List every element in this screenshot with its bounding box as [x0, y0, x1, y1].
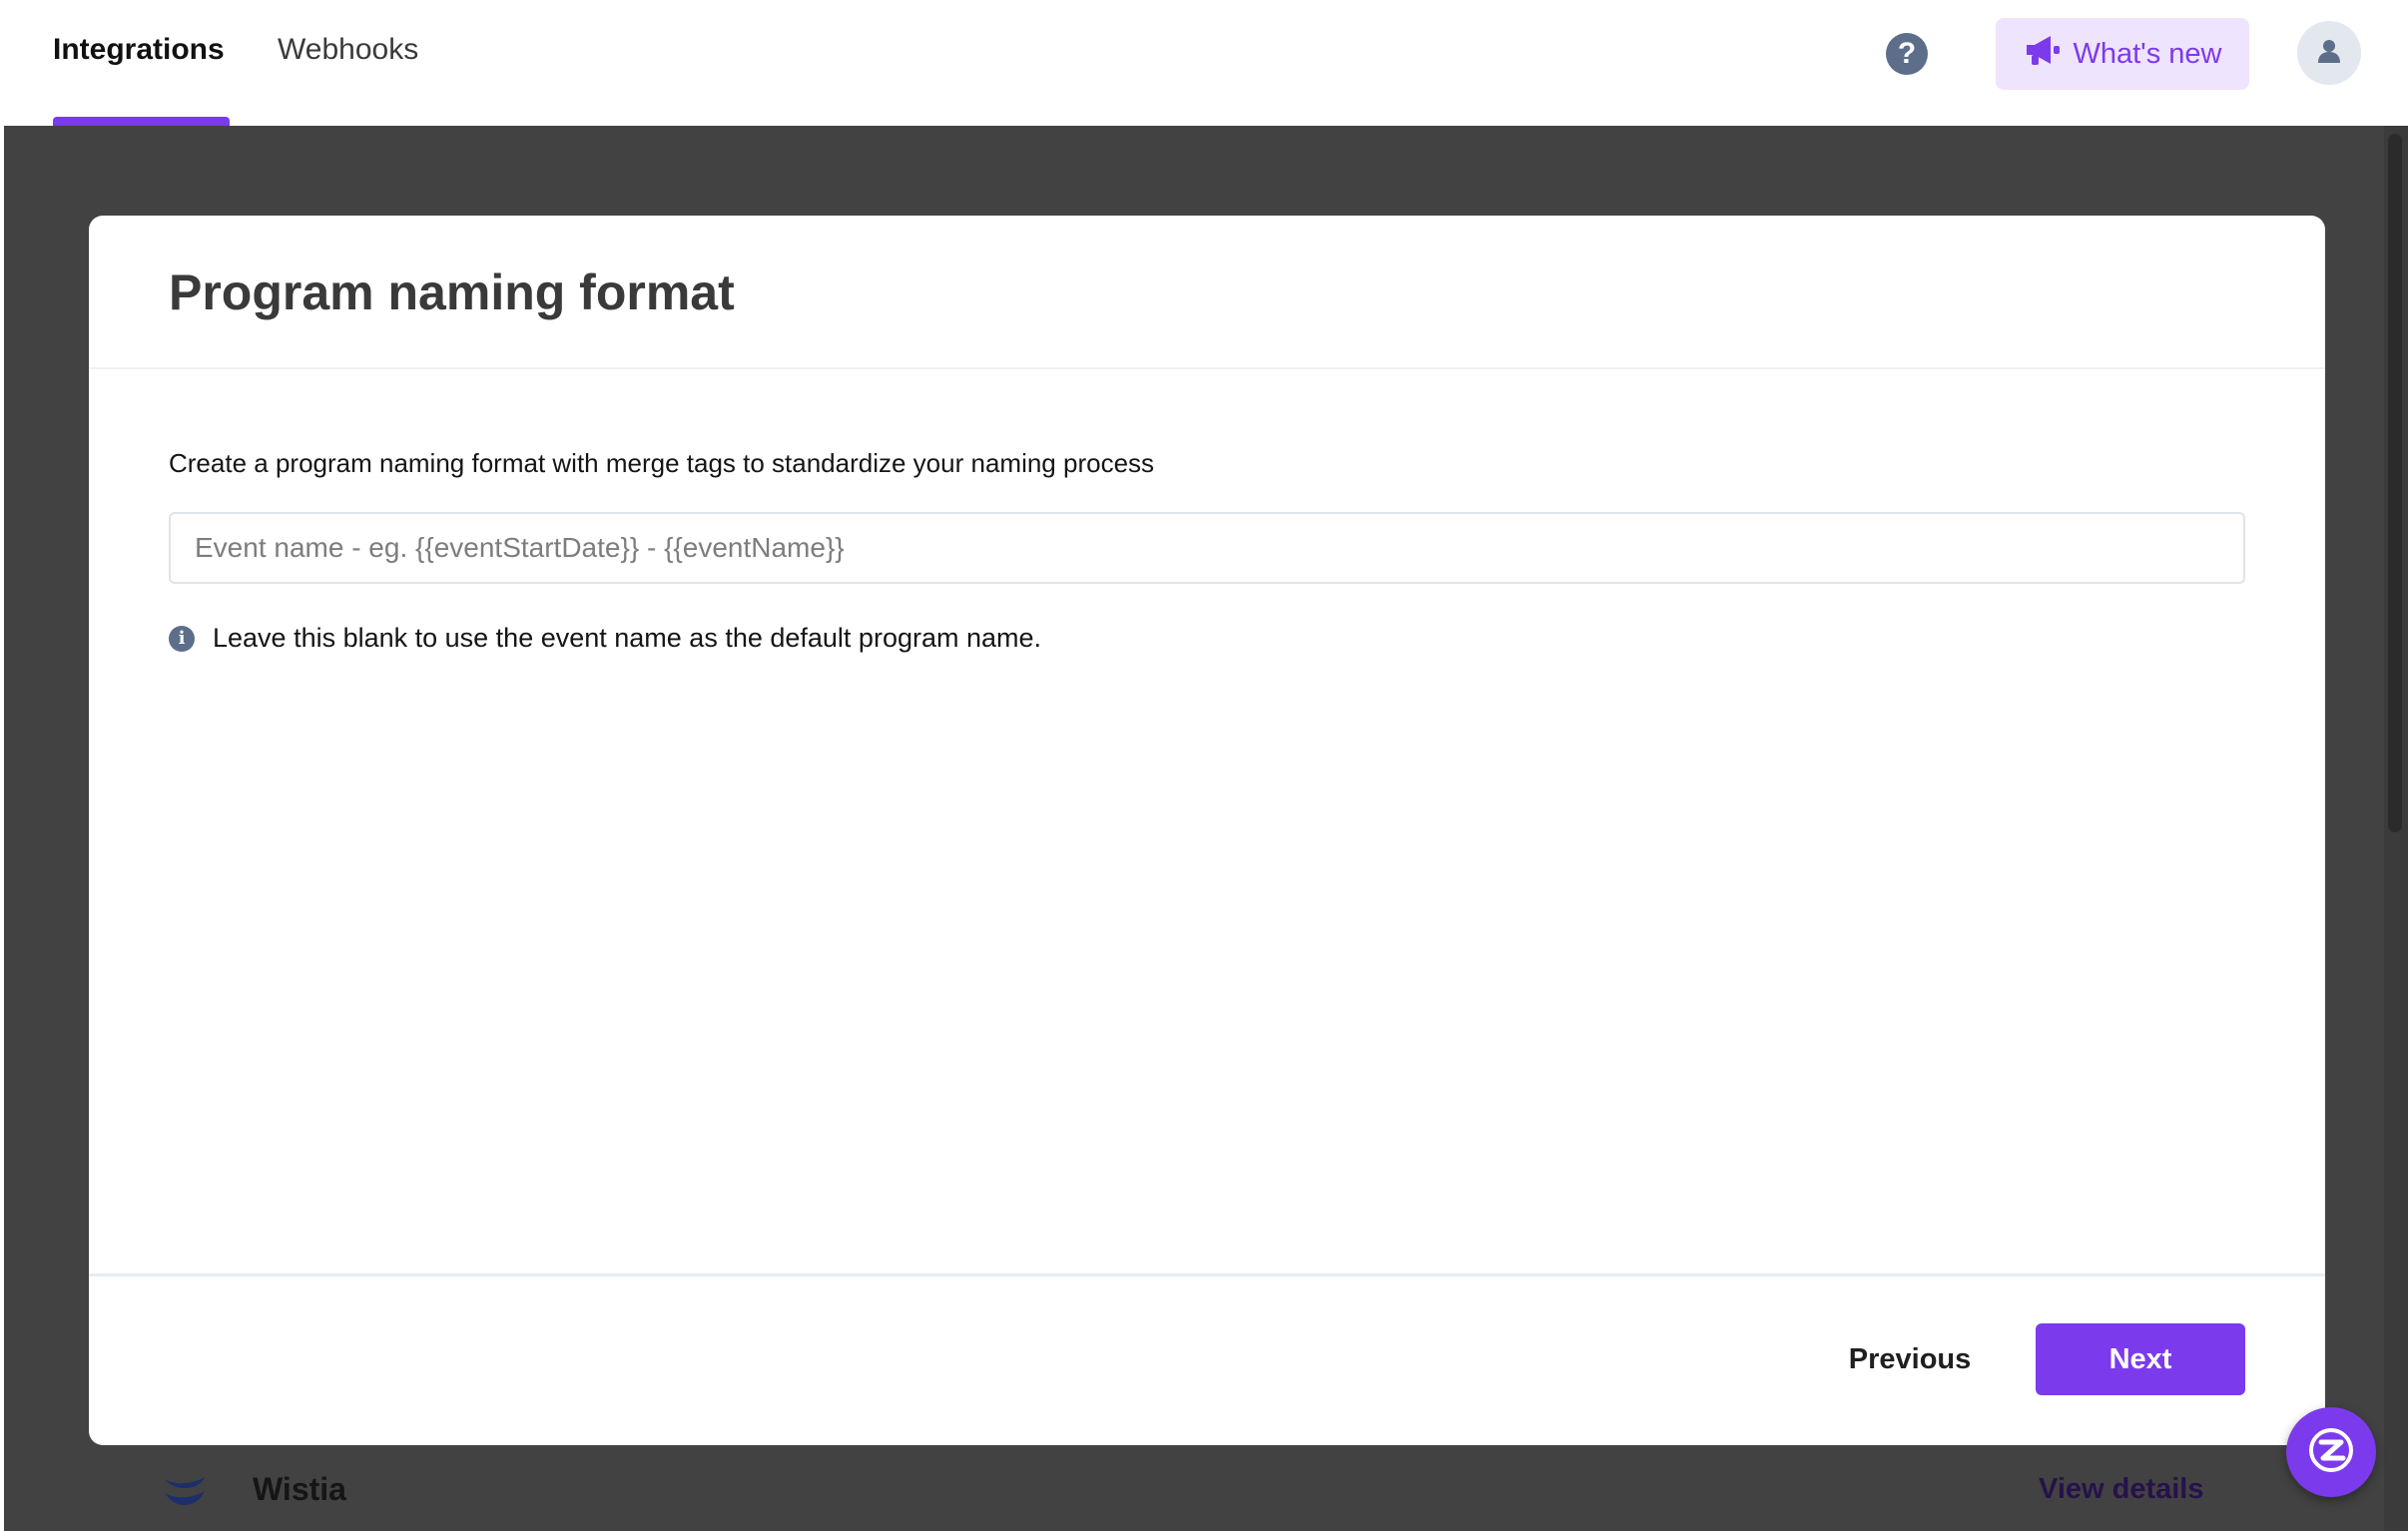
chat-launcher-button[interactable] — [2286, 1407, 2376, 1497]
chat-launcher-icon — [2306, 1425, 2356, 1480]
scrollbar-thumb[interactable] — [2388, 134, 2402, 832]
integration-name: Wistia — [253, 1471, 346, 1507]
megaphone-icon — [2024, 32, 2062, 76]
previous-button[interactable]: Previous — [1836, 1323, 1984, 1395]
whats-new-button[interactable]: What's new — [1996, 18, 2249, 90]
program-naming-modal: Program naming format Create a program n… — [89, 216, 2325, 1445]
tab-webhooks[interactable]: Webhooks — [278, 28, 418, 72]
whats-new-label: What's new — [2073, 37, 2222, 70]
modal-footer: Previous Next — [89, 1274, 2325, 1445]
active-tab-indicator — [53, 117, 230, 126]
modal-header: Program naming format — [89, 216, 2325, 369]
top-navigation: Integrations Webhooks ? What's new — [0, 0, 2408, 126]
hint-text: Leave this blank to use the event name a… — [213, 623, 1042, 653]
tab-integrations[interactable]: Integrations — [53, 28, 225, 72]
user-avatar[interactable] — [2297, 21, 2361, 85]
wistia-logo-icon — [165, 1477, 205, 1505]
next-button[interactable]: Next — [2036, 1323, 2245, 1395]
view-details-link[interactable]: View details — [2039, 1473, 2204, 1506]
info-icon: i — [169, 625, 195, 652]
modal-description: Create a program naming format with merg… — [169, 448, 1155, 478]
user-icon — [2316, 38, 2342, 69]
program-naming-format-input[interactable] — [169, 512, 2245, 584]
hint-row: i Leave this blank to use the event name… — [169, 623, 1041, 654]
modal-title: Program naming format — [169, 264, 735, 320]
help-icon[interactable]: ? — [1886, 33, 1928, 75]
